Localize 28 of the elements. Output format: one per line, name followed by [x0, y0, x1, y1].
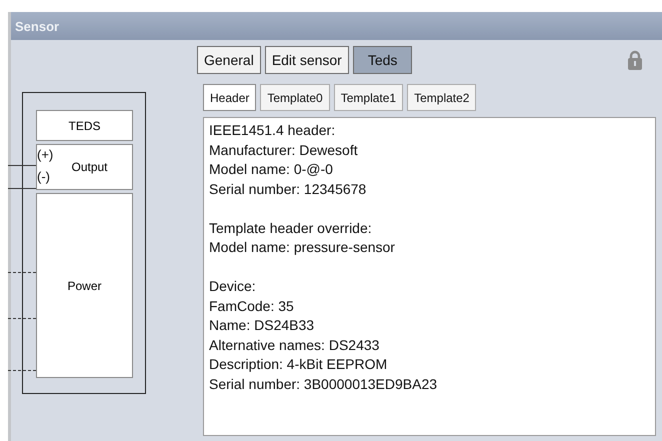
info-line: Name: DS24B33 — [209, 316, 314, 335]
sub-tab[interactable]: Template1 — [334, 84, 404, 111]
info-text-area[interactable] — [203, 117, 656, 436]
info-line: Serial number: 3B0000013ED9BA23 — [209, 374, 438, 394]
tab[interactable]: Teds — [352, 46, 412, 74]
info-line: Serial number: 12345678 — [209, 180, 366, 198]
info-line: Description: 4-kBit EEPROM — [209, 355, 388, 374]
block-label: Power — [67, 278, 102, 292]
info-line: Template header override: — [209, 218, 372, 238]
info-line: Model name: pressure-sensor — [209, 238, 395, 257]
window-title: Sensor — [15, 18, 60, 34]
terminal-label: (+) — [37, 147, 54, 162]
tab[interactable]: Edit sensor — [264, 46, 349, 74]
wire-line — [8, 188, 36, 189]
info-line: Alternative names: DS2433 — [209, 336, 380, 354]
info-line: Manufacturer: Dewesoft — [209, 140, 358, 160]
sub-tab[interactable]: Header — [203, 84, 256, 111]
sub-tab[interactable]: Template0 — [260, 84, 330, 111]
info-line: IEEE1451.4 header: — [209, 121, 336, 140]
terminal-label: (-) — [37, 169, 50, 184]
tab[interactable]: General — [197, 46, 261, 74]
block-label: TEDS — [68, 118, 100, 132]
block-label: Output — [70, 160, 108, 174]
info-line: FamCode: 35 — [209, 296, 294, 316]
info-line: Device: — [209, 277, 256, 296]
wire-line — [8, 165, 36, 166]
sub-tab[interactable]: Template2 — [407, 84, 476, 111]
info-line: Model name: 0-@-0 — [209, 160, 333, 179]
